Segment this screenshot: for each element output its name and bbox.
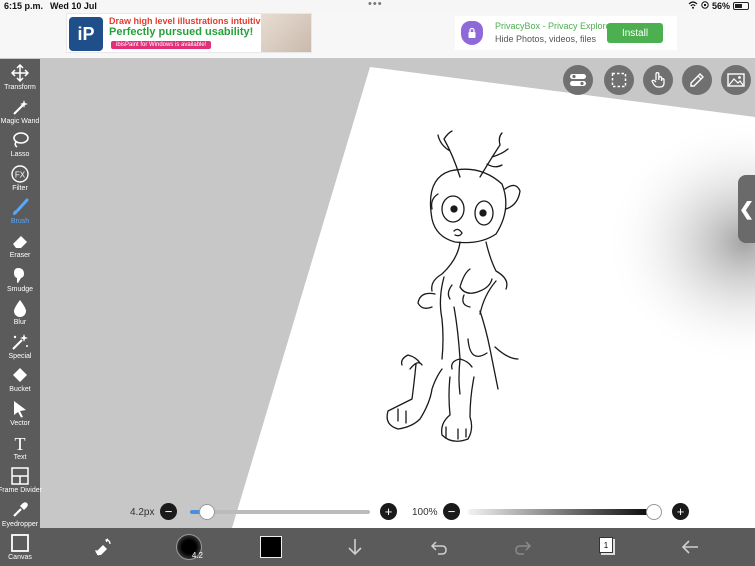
tool-text[interactable]: T Text bbox=[0, 433, 40, 466]
tool-transform[interactable]: Transform bbox=[0, 63, 40, 96]
fx-icon: FX bbox=[10, 164, 30, 184]
droplet-icon bbox=[10, 298, 30, 318]
tool-eyedropper[interactable]: Eyedropper bbox=[0, 500, 40, 533]
cursor-icon bbox=[10, 399, 30, 419]
down-arrow-icon[interactable] bbox=[342, 534, 368, 560]
workspace[interactable]: ❮ 4.2px − + 100% − + bbox=[40, 59, 755, 528]
battery-icon bbox=[733, 2, 749, 10]
tool-canvas[interactable]: Canvas bbox=[0, 533, 40, 566]
swap-brush-eraser-icon[interactable] bbox=[90, 534, 116, 560]
color-swatch-button[interactable] bbox=[260, 536, 282, 558]
tool-label: Magic Wand bbox=[0, 117, 40, 125]
tool-label: Blur bbox=[13, 319, 27, 327]
tool-label: Special bbox=[8, 352, 32, 360]
redo-icon[interactable] bbox=[510, 534, 536, 560]
opacity-value: 100% bbox=[412, 507, 438, 518]
smudge-icon bbox=[10, 265, 30, 285]
side-panel-tab[interactable]: ❮ bbox=[738, 175, 755, 243]
ibispaint-logo: iP bbox=[69, 17, 103, 51]
install-button[interactable]: Install bbox=[607, 23, 663, 43]
tool-bucket[interactable]: Bucket bbox=[0, 365, 40, 398]
sparkle-icon bbox=[10, 332, 30, 352]
tool-label: Filter bbox=[12, 184, 28, 192]
ibispaint-ad-line3: ibisPaint for Windows is available! bbox=[111, 41, 212, 49]
move-icon bbox=[10, 63, 30, 83]
chevron-left-icon: ❮ bbox=[738, 198, 755, 219]
tool-label: Vector bbox=[10, 420, 30, 427]
status-time: 6:15 p.m. bbox=[4, 1, 44, 11]
tool-label: Bucket bbox=[9, 386, 31, 394]
tool-eraser[interactable]: Eraser bbox=[0, 231, 40, 264]
tool-label: Eyedropper bbox=[1, 520, 39, 528]
status-bar: 6:15 p.m. Wed 10 Jul ••• 56% bbox=[0, 0, 755, 13]
bottom-bar: 4.2 1 bbox=[40, 528, 755, 566]
tool-label: Smudge bbox=[6, 285, 34, 293]
shield-icon bbox=[461, 21, 483, 45]
svg-text:FX: FX bbox=[15, 170, 26, 179]
bucket-icon bbox=[10, 365, 30, 385]
tool-label: Lasso bbox=[10, 151, 30, 159]
lasso-icon bbox=[10, 130, 30, 150]
size-increase-button[interactable]: + bbox=[380, 503, 397, 520]
touch-gesture-icon[interactable] bbox=[643, 65, 673, 95]
svg-text:T: T bbox=[15, 434, 26, 452]
tool-brush[interactable]: Brush bbox=[0, 197, 40, 230]
brush-icon bbox=[10, 197, 30, 217]
magic-wand-icon bbox=[10, 97, 30, 117]
back-arrow-icon[interactable] bbox=[677, 534, 703, 560]
eraser-icon bbox=[10, 231, 30, 251]
brush-size-slider[interactable] bbox=[190, 504, 370, 520]
tool-special[interactable]: Special bbox=[0, 332, 40, 365]
tool-frame-divider[interactable]: Frame Divider bbox=[0, 466, 42, 499]
tool-label: Text bbox=[13, 453, 27, 461]
frame-icon bbox=[10, 466, 30, 486]
status-right: 56% bbox=[688, 1, 749, 11]
tool-bar: Transform Magic Wand Lasso FX Filter Brush Era… bbox=[0, 59, 42, 566]
tool-vector[interactable]: Vector bbox=[0, 399, 40, 432]
ad-bar: iP Draw high level illustrations intuiti… bbox=[0, 13, 755, 58]
ad-illustration bbox=[261, 14, 311, 52]
tool-label: Canvas bbox=[8, 554, 32, 562]
tool-filter[interactable]: FX Filter bbox=[0, 164, 40, 197]
orientation-lock-icon bbox=[701, 1, 709, 11]
status-date: Wed 10 Jul bbox=[50, 1, 97, 11]
tool-magic-wand[interactable]: Magic Wand bbox=[0, 97, 40, 130]
tool-label: Brush bbox=[10, 218, 30, 226]
brush-size-thumb[interactable] bbox=[198, 504, 215, 520]
toggle-panel-icon[interactable] bbox=[563, 65, 593, 95]
multitask-dots-icon[interactable]: ••• bbox=[368, 0, 383, 10]
opacity-increase-button[interactable]: + bbox=[672, 503, 689, 520]
tool-smudge[interactable]: Smudge bbox=[0, 265, 40, 298]
privacybox-title: PrivacyBox - Privacy Explorer bbox=[495, 21, 614, 31]
brush-size-value: 4.2px bbox=[130, 507, 155, 518]
ibispaint-ad-line1: Draw high level illustrations intuitivel… bbox=[109, 16, 277, 26]
tool-label: Frame Divider bbox=[0, 487, 42, 495]
reference-image-icon[interactable] bbox=[721, 65, 751, 95]
ibispaint-ad-line2: Perfectly pursued usability! bbox=[109, 26, 254, 38]
status-battery-label: 56% bbox=[711, 1, 730, 11]
privacybox-ad[interactable]: PrivacyBox - Privacy Explorer Hide Photo… bbox=[455, 16, 677, 50]
tool-label: Transform bbox=[4, 84, 36, 91]
tool-lasso[interactable]: Lasso bbox=[0, 130, 40, 163]
eyedropper-icon bbox=[10, 500, 30, 520]
selection-icon[interactable] bbox=[604, 65, 634, 95]
ruler-pen-icon[interactable] bbox=[682, 65, 712, 95]
opacity-thumb[interactable] bbox=[646, 504, 662, 520]
wifi-icon bbox=[688, 1, 698, 11]
opacity-slider[interactable] bbox=[468, 504, 662, 520]
opacity-decrease-button[interactable]: − bbox=[443, 503, 460, 520]
undo-icon[interactable] bbox=[426, 534, 452, 560]
drawing-canvas[interactable] bbox=[40, 59, 755, 528]
brush-preview-button[interactable]: 4.2 bbox=[176, 534, 203, 560]
layers-button[interactable]: 1 bbox=[599, 537, 613, 553]
tool-label: Eraser bbox=[9, 252, 31, 259]
size-decrease-button[interactable]: − bbox=[160, 503, 177, 520]
ibispaint-ad[interactable]: iP Draw high level illustrations intuiti… bbox=[66, 13, 312, 53]
text-icon: T bbox=[10, 433, 30, 453]
privacybox-subtitle: Hide Photos, videos, files bbox=[495, 34, 597, 44]
brush-preview-size: 4.2 bbox=[191, 551, 203, 560]
tool-blur[interactable]: Blur bbox=[0, 298, 40, 331]
canvas-icon bbox=[10, 533, 30, 553]
